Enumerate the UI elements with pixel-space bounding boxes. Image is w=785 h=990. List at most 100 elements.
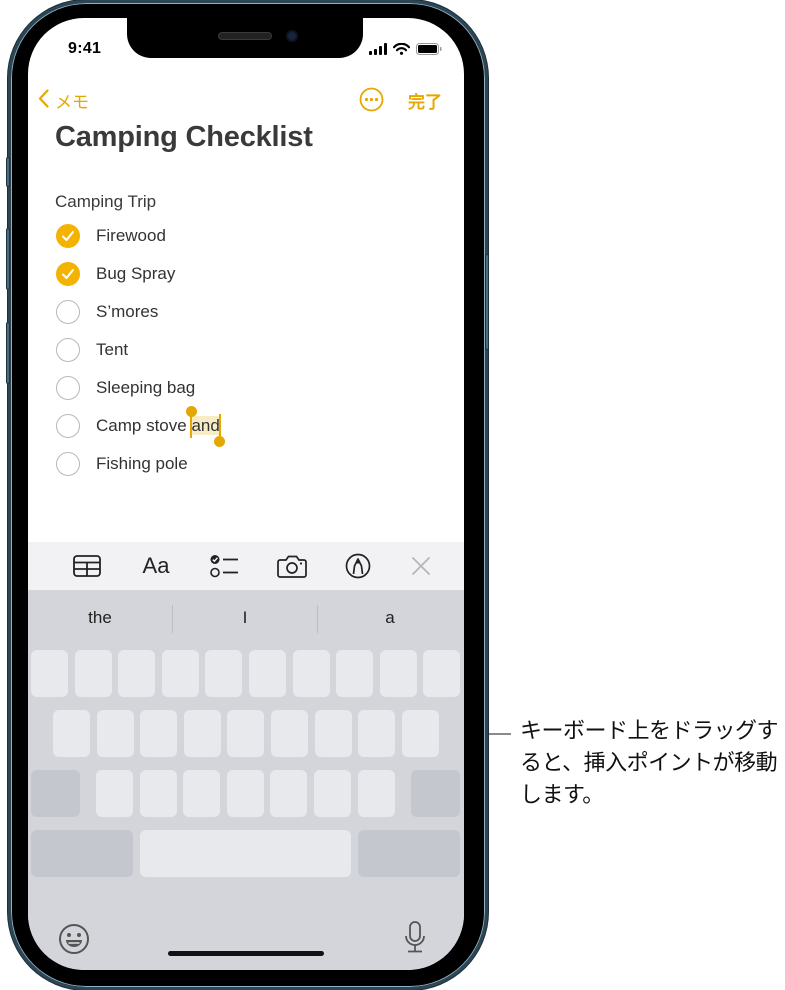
checklist-item[interactable]: Camp stove and — [56, 406, 436, 447]
key[interactable] — [31, 650, 68, 697]
screen: 9:41 メモ 完了 Camping Checklist Camping Tri… — [28, 18, 464, 970]
key[interactable] — [227, 710, 265, 757]
checklist-item-text[interactable]: Sleeping bag — [96, 378, 195, 398]
key[interactable] — [292, 650, 330, 697]
callout-text: キーボード上をドラッグすると、挿入ポイントが移動します。 — [520, 719, 779, 808]
selection-end-bar — [218, 414, 221, 438]
checkbox-unchecked[interactable] — [56, 452, 80, 476]
checkbox-unchecked[interactable] — [56, 414, 80, 438]
earpiece-speaker — [218, 32, 272, 40]
emoji-icon — [59, 924, 89, 954]
more-options-button[interactable] — [359, 87, 384, 112]
table-button[interactable] — [72, 552, 102, 580]
emoji-button[interactable] — [58, 923, 90, 960]
key[interactable] — [205, 650, 243, 697]
note-title[interactable]: Camping Checklist — [55, 121, 313, 154]
shift-key[interactable] — [31, 770, 80, 817]
checklist-item-text-plain: Camp stove — [96, 416, 192, 435]
key[interactable] — [140, 710, 178, 757]
checkmark-icon — [62, 231, 74, 241]
ellipsis-circle-icon — [359, 87, 384, 116]
camera-button[interactable] — [276, 552, 308, 580]
key[interactable] — [401, 710, 439, 757]
checkbox-unchecked[interactable] — [56, 300, 80, 324]
markup-button[interactable] — [344, 552, 372, 580]
key[interactable] — [74, 650, 112, 697]
camera-icon — [277, 555, 307, 578]
checklist-button[interactable] — [208, 552, 240, 580]
key[interactable] — [357, 770, 395, 817]
key[interactable] — [96, 710, 134, 757]
checklist-item[interactable]: Bug Spray — [56, 255, 436, 293]
table-icon — [73, 555, 101, 577]
text-format-button[interactable]: Aa — [138, 552, 174, 580]
checklist-item[interactable]: S’mores — [56, 293, 436, 331]
checklist-item-text[interactable]: Camp stove and — [96, 406, 225, 447]
key[interactable] — [161, 650, 199, 697]
dictation-button[interactable] — [403, 920, 427, 961]
checklist-item-text[interactable]: Fishing pole — [96, 454, 188, 474]
checklist-item[interactable]: Firewood — [56, 217, 436, 255]
checklist-item-text[interactable]: Firewood — [96, 226, 166, 246]
side-button-power — [485, 254, 489, 350]
space-key[interactable] — [140, 830, 351, 877]
key[interactable] — [379, 650, 417, 697]
checklist-item[interactable]: Fishing pole — [56, 445, 436, 483]
checkbox-checked[interactable] — [56, 224, 80, 248]
close-icon — [412, 557, 430, 575]
prediction-word[interactable]: a — [318, 608, 462, 628]
key[interactable] — [271, 710, 308, 757]
status-time: 9:41 — [68, 40, 102, 57]
checklist-item-text[interactable]: S’mores — [96, 302, 158, 322]
keyboard[interactable]: the I a — [28, 590, 464, 970]
wifi-icon — [392, 42, 411, 60]
format-toolbar: Aa — [28, 542, 464, 590]
side-button-volume-down — [6, 322, 10, 384]
key[interactable] — [314, 770, 351, 817]
key[interactable] — [53, 710, 90, 757]
battery-icon — [416, 42, 442, 60]
prediction-word[interactable]: I — [173, 608, 317, 628]
checklist-icon — [210, 555, 238, 578]
status-icons — [369, 42, 442, 60]
checkbox-unchecked[interactable] — [56, 376, 80, 400]
microphone-icon — [405, 921, 425, 953]
front-camera — [286, 30, 298, 42]
key[interactable] — [270, 770, 308, 817]
selected-text[interactable]: and — [186, 406, 225, 447]
selection-start-bar — [190, 414, 193, 438]
notch — [127, 18, 363, 58]
key[interactable] — [226, 770, 264, 817]
text-format-icon: Aa — [142, 553, 170, 578]
chevron-left-icon — [38, 88, 55, 113]
return-key[interactable] — [358, 830, 460, 877]
checklist-item-text[interactable]: Bug Spray — [96, 264, 175, 284]
delete-key[interactable] — [411, 770, 460, 817]
done-button[interactable]: 完了 — [408, 88, 442, 113]
key[interactable] — [183, 770, 221, 817]
numbers-key[interactable] — [31, 830, 133, 877]
checkbox-checked[interactable] — [56, 262, 80, 286]
cellular-signal-icon — [369, 42, 387, 60]
key[interactable] — [139, 770, 177, 817]
close-toolbar-button[interactable] — [408, 552, 434, 580]
home-indicator[interactable] — [168, 951, 324, 956]
note-subheading[interactable]: Camping Trip — [55, 192, 156, 212]
key[interactable] — [336, 650, 374, 697]
checkbox-unchecked[interactable] — [56, 338, 80, 362]
checklist-item[interactable]: Tent — [56, 331, 436, 369]
checklist-item[interactable]: Sleeping bag — [56, 369, 436, 407]
prediction-word[interactable]: the — [28, 608, 172, 628]
key[interactable] — [96, 770, 133, 817]
nav-bar: メモ 完了 — [28, 86, 464, 116]
key[interactable] — [183, 710, 221, 757]
key[interactable] — [423, 650, 461, 697]
prediction-bar: the I a — [28, 590, 464, 648]
key[interactable] — [314, 710, 352, 757]
key[interactable] — [118, 650, 156, 697]
selected-word: and — [191, 416, 220, 435]
back-button[interactable]: メモ — [38, 88, 89, 113]
key[interactable] — [358, 710, 396, 757]
key[interactable] — [249, 650, 286, 697]
checklist-item-text[interactable]: Tent — [96, 340, 128, 360]
